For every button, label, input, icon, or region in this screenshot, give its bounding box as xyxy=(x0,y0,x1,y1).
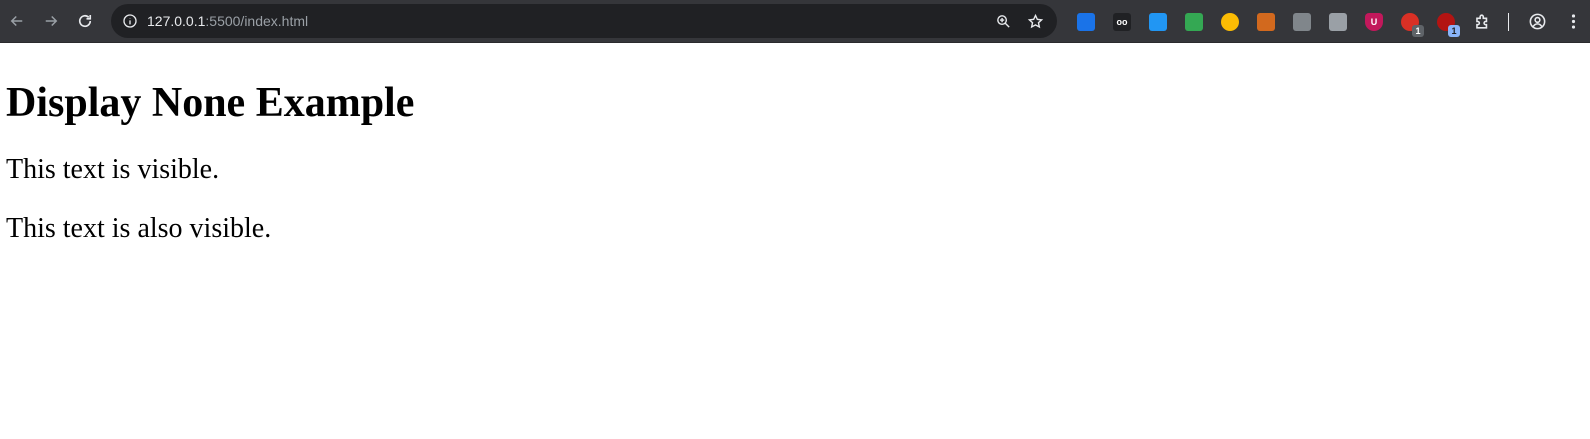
ext-circle-icon xyxy=(1221,12,1239,31)
url-host: 127.0.0.1 xyxy=(147,13,206,29)
profile-icon[interactable] xyxy=(1519,4,1555,40)
url-path: :5500/index.html xyxy=(205,13,309,29)
ext-blue-icon xyxy=(1149,12,1167,31)
zoom-icon[interactable] xyxy=(991,9,1015,33)
ext-circle-extension[interactable] xyxy=(1212,4,1248,40)
puzzle-icon[interactable] xyxy=(1464,4,1500,40)
ublock-extension[interactable]: U xyxy=(1356,4,1392,40)
extension-badge: 1 xyxy=(1412,24,1424,37)
address-bar[interactable]: 127.0.0.1:5500/index.html xyxy=(111,4,1057,38)
kebab-menu-icon[interactable] xyxy=(1555,4,1590,40)
tampermonkey-extension[interactable]: oo xyxy=(1104,4,1140,40)
tampermonkey-icon: oo xyxy=(1113,12,1131,31)
screen-capture-extension[interactable] xyxy=(1068,4,1104,40)
browser-toolbar: 127.0.0.1:5500/index.html oo U 1 1 xyxy=(0,0,1590,43)
back-arrow-icon[interactable] xyxy=(0,4,34,38)
ext-gray-icon xyxy=(1293,12,1311,31)
ext-gray-extension[interactable] xyxy=(1284,4,1320,40)
ext-red-extension[interactable]: 1 xyxy=(1392,4,1428,40)
ext-blue-extension[interactable] xyxy=(1140,4,1176,40)
ext-green-yellow-extension[interactable] xyxy=(1176,4,1212,40)
visible-paragraph: This text is visible. xyxy=(6,154,220,185)
ext-copy-extension[interactable] xyxy=(1320,4,1356,40)
star-icon[interactable] xyxy=(1023,9,1047,33)
page-heading: Display None Example xyxy=(6,80,415,126)
toolbar-divider xyxy=(1508,12,1509,31)
also-visible-paragraph: This text is also visible. xyxy=(6,213,272,244)
site-info-icon[interactable] xyxy=(115,6,145,36)
extensions-bar: oo U 1 1 xyxy=(1068,0,1590,43)
reload-icon[interactable] xyxy=(68,4,102,38)
ext-darkred-extension[interactable]: 1 xyxy=(1428,4,1464,40)
ext-copy-icon xyxy=(1329,12,1347,31)
extension-badge: 1 xyxy=(1448,24,1460,37)
cookie-extension[interactable] xyxy=(1248,4,1284,40)
screen-capture-icon xyxy=(1077,12,1095,31)
cookie-icon xyxy=(1257,12,1275,31)
url-text[interactable]: 127.0.0.1:5500/index.html xyxy=(147,13,308,29)
page-content: Display None Example This text is visibl… xyxy=(6,43,1584,245)
forward-arrow-icon[interactable] xyxy=(34,4,68,38)
ublock-icon: U xyxy=(1365,12,1383,31)
ext-green-yellow-icon xyxy=(1185,12,1203,31)
